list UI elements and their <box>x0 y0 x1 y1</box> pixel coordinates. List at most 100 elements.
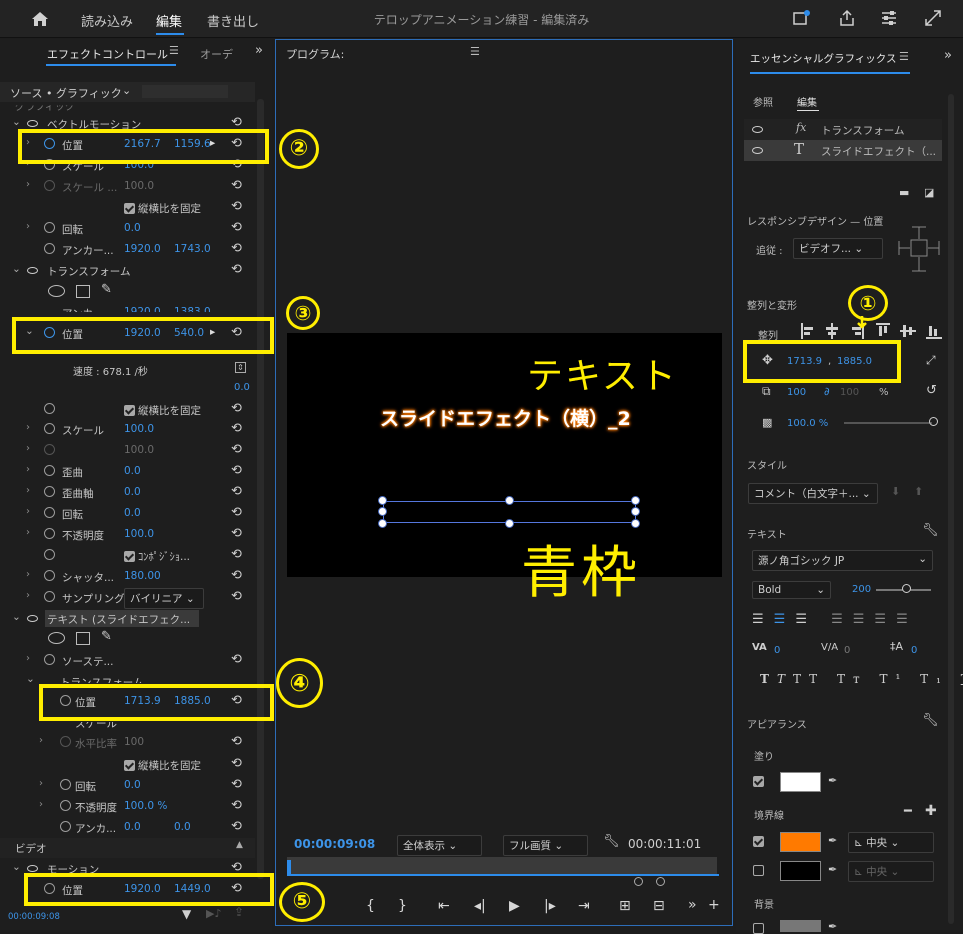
vm-anchor-x[interactable]: 1920.0 <box>124 243 161 255</box>
stopwatch-icon[interactable] <box>44 222 55 233</box>
fill-checkbox[interactable] <box>753 775 767 788</box>
insert-icon[interactable]: ⊞ <box>619 898 631 914</box>
shutter-value[interactable]: 180.00 <box>124 570 161 582</box>
wrench-icon[interactable]: 🔧︎ <box>922 713 939 728</box>
skew-value[interactable]: 0.0 <box>124 465 141 477</box>
current-timecode[interactable]: 00:00:09:08 <box>294 837 375 851</box>
tf-skew-axis-row[interactable]: › 歪曲軸 0.0 ⟲ <box>0 483 255 503</box>
align-icons[interactable] <box>800 323 945 339</box>
eye-icon[interactable] <box>752 147 763 154</box>
txt-anchor-y[interactable]: 0.0 <box>174 821 191 833</box>
remove-icon[interactable]: ━ <box>904 804 912 819</box>
reset-icon[interactable]: ⟲ <box>231 401 242 416</box>
text-layer-header[interactable]: ⌄ テキスト (スライドエフェク... <box>0 609 255 629</box>
font-size-value[interactable]: 200 <box>852 584 871 595</box>
fill-color-swatch[interactable] <box>780 772 821 792</box>
chevron-down-icon[interactable]: ⌄ <box>12 116 21 128</box>
go-to-out-icon[interactable]: ⇥ <box>578 898 590 914</box>
resize-handle[interactable] <box>378 496 387 505</box>
reset-icon[interactable]: ⟲ <box>231 421 242 436</box>
eye-icon[interactable] <box>27 267 38 274</box>
style-dropdown[interactable]: コメント（白文字＋... ⌄ <box>748 483 878 504</box>
step-forward-icon[interactable]: |▸ <box>544 898 556 914</box>
tf-sampling-row[interactable]: › サンプリング バイリニア ⌄ ⟲ <box>0 588 255 609</box>
wrench-icon[interactable]: 🔧︎ <box>603 834 620 849</box>
transform-header[interactable]: ⌄ トランスフォーム ⟲ <box>0 261 255 281</box>
vm-rotation-row[interactable]: › 回転 0.0 ⟲ <box>0 219 255 239</box>
share-icon[interactable] <box>838 9 856 27</box>
mark-in-icon[interactable]: { <box>366 898 375 914</box>
vm-scale-width-row[interactable]: › スケール ... 100.0 ⟲ <box>0 177 255 197</box>
stroke2-color-swatch[interactable] <box>780 861 821 881</box>
panel-menu-icon[interactable]: ☰ <box>169 44 179 57</box>
checkbox[interactable] <box>124 203 135 214</box>
eyedropper-icon[interactable]: ✒ <box>828 834 837 847</box>
eye-icon[interactable] <box>752 126 763 133</box>
rotation-icon[interactable]: ↺ <box>926 383 937 398</box>
collapse-up-icon[interactable]: ▲ <box>236 840 243 850</box>
wrench-icon[interactable]: 🔧︎ <box>922 523 939 538</box>
font-dropdown[interactable]: 源ノ角ゴシック JP ⌄ <box>752 550 933 571</box>
chevron-right-icon[interactable]: › <box>26 221 30 232</box>
anchor-point-icon[interactable] <box>505 519 514 528</box>
eye-icon[interactable] <box>27 120 38 127</box>
reset-icon[interactable]: ⟲ <box>231 262 242 277</box>
resize-handle[interactable] <box>505 496 514 505</box>
stopwatch-icon[interactable] <box>60 821 71 832</box>
step-back-icon[interactable]: ◂| <box>474 898 486 914</box>
scrollbar[interactable] <box>948 94 954 924</box>
checkbox[interactable] <box>124 760 135 771</box>
tf-rotation-row[interactable]: › 回転 0.0 ⟲ <box>0 504 255 524</box>
tab-audio[interactable]: オーデ <box>200 46 233 62</box>
checkbox[interactable] <box>124 551 135 562</box>
stopwatch-icon[interactable] <box>44 243 55 254</box>
eg-scale-value[interactable]: 100 <box>787 387 806 398</box>
reset-icon[interactable]: ⟲ <box>231 547 242 562</box>
pen-mask-icon[interactable]: ✎ <box>101 282 112 297</box>
settings-sliders-icon[interactable] <box>880 10 898 26</box>
chevron-right-icon[interactable]: › <box>39 799 43 810</box>
panel-menu-icon[interactable]: ☰ <box>899 50 909 63</box>
reset-icon[interactable]: ⟲ <box>231 526 242 541</box>
reset-icon[interactable]: ⟲ <box>231 115 242 130</box>
link-icon[interactable]: ∂ <box>824 385 830 398</box>
stopwatch-icon[interactable] <box>44 423 55 434</box>
eyedropper-icon[interactable]: ✒ <box>828 920 837 933</box>
rectangle-mask-icon[interactable] <box>76 285 90 298</box>
layer-row-transform[interactable]: fx トランスフォーム <box>744 119 942 140</box>
chevron-down-icon[interactable]: ⌄ <box>122 84 131 97</box>
play-icon[interactable]: ▶ <box>509 898 520 914</box>
opacity-slider-handle[interactable] <box>929 417 938 426</box>
chevron-right-icon[interactable]: › <box>26 485 30 496</box>
pen-mask-icon[interactable]: ✎ <box>101 629 112 644</box>
tf-uniform-row[interactable]: 縦横比を固定 ⟲ <box>0 400 255 420</box>
background-color-swatch[interactable] <box>780 920 821 932</box>
stopwatch-icon[interactable] <box>44 549 55 560</box>
source-selector[interactable]: ソース • グラフィック ⌄ <box>0 82 255 102</box>
ellipse-mask-icon[interactable] <box>48 632 65 644</box>
resize-handle[interactable] <box>378 519 387 528</box>
vm-rotation-value[interactable]: 0.0 <box>124 222 141 234</box>
tf-skew-row[interactable]: › 歪曲 0.0 ⟲ <box>0 462 255 482</box>
resize-handle[interactable] <box>631 496 640 505</box>
txt-opacity-value[interactable]: 100.0 % <box>124 800 167 812</box>
chevron-down-icon[interactable]: ⌄ <box>12 263 21 275</box>
vm-anchor-row[interactable]: アンカー... 1920.0 1743.0 ⟲ <box>0 240 255 260</box>
tf-shutter-row[interactable]: › シャッタ... 180.00 ⟲ <box>0 567 255 587</box>
workspace-icon[interactable] <box>793 10 811 26</box>
stroke1-checkbox[interactable] <box>753 835 767 848</box>
tab-browse[interactable]: 参照 <box>753 94 773 109</box>
txt-opacity-row[interactable]: › 不透明度 100.0 % ⟲ <box>0 797 255 817</box>
stopwatch-icon[interactable] <box>44 507 55 518</box>
tf-opacity-value[interactable]: 100.0 <box>124 528 154 540</box>
reset-icon[interactable]: ⟲ <box>231 220 242 235</box>
paragraph-align-icons[interactable]: ☰☰☰ ☰☰☰☰ <box>752 612 918 627</box>
vm-uniform-row[interactable]: 縦横比を固定 ⟲ <box>0 198 255 218</box>
folder-icon[interactable]: ▬ <box>899 186 909 199</box>
mark-out-icon[interactable]: } <box>398 898 407 914</box>
tab-edit[interactable]: 編集 <box>797 94 817 109</box>
out-point-handle[interactable] <box>656 877 665 886</box>
clip-text[interactable]: スライドエフェクト（横）_2 <box>380 404 631 431</box>
txt-uniform-row[interactable]: 縦横比を固定 ⟲ <box>0 755 255 775</box>
follow-dropdown[interactable]: ビデオフ... ⌄ <box>793 238 883 259</box>
